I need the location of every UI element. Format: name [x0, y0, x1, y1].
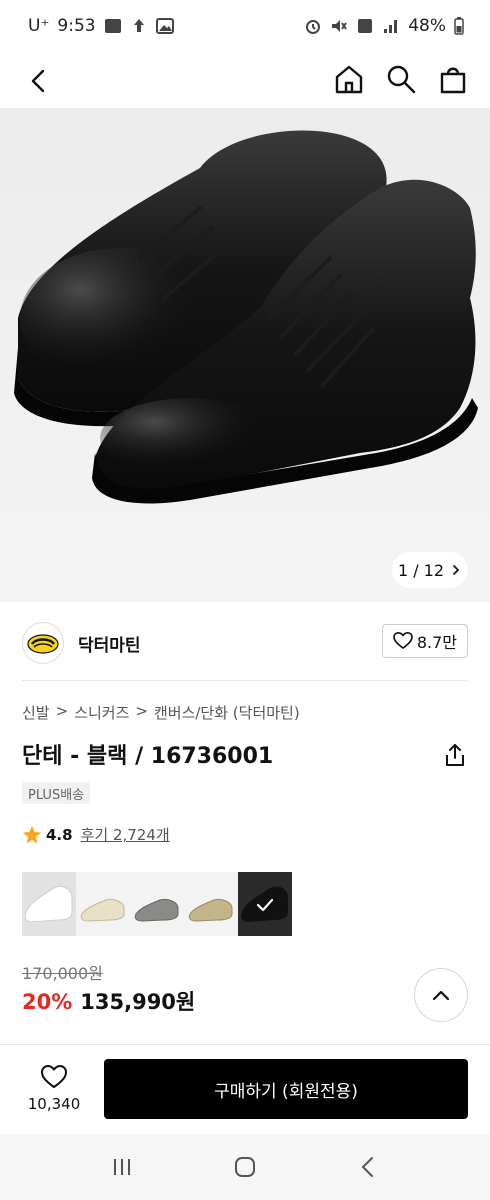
clock: 9:53 [57, 16, 96, 36]
rating: 4.8 후기 2,724개 [22, 824, 170, 845]
back-nav-icon[interactable] [354, 1153, 382, 1181]
battery-percent: 48% [408, 16, 446, 36]
top-navigation [0, 52, 490, 108]
mute-icon [332, 20, 348, 32]
star-icon [23, 825, 41, 843]
swatch-grey[interactable] [130, 872, 184, 936]
heart-icon [41, 1065, 67, 1088]
rating-score: 4.8 [46, 825, 73, 844]
status-bar: U⁺ 9:53 48% [0, 0, 490, 52]
share-icon[interactable] [442, 742, 468, 768]
signal-icon [384, 20, 398, 33]
breadcrumb-separator: > [135, 702, 148, 720]
system-navigation-bar [0, 1134, 490, 1200]
buy-button[interactable]: 구매하기 (회원전용) [104, 1059, 468, 1119]
product-title: 단테 - 블랙 / 16736001 [22, 744, 274, 769]
notification-icon [104, 19, 121, 33]
alarm-icon [306, 20, 321, 34]
original-price: 170,000원 [22, 964, 103, 983]
bottom-action-bar: 10,340 구매하기 (회원전용) [0, 1044, 490, 1134]
back-icon[interactable] [22, 64, 56, 98]
brand-row[interactable]: 닥터마틴 8.7만 [0, 610, 490, 676]
nav-actions [332, 62, 470, 96]
recent-apps-icon[interactable] [108, 1153, 136, 1181]
brand-name[interactable]: 닥터마틴 [78, 631, 141, 656]
brand-like-button[interactable]: 8.7만 [381, 624, 468, 658]
chevron-up-icon [432, 990, 450, 1001]
brand-logo-image [27, 634, 59, 654]
image-counter-text: 1 / 12 [397, 560, 445, 580]
breadcrumb-item-sneakers[interactable]: 스니커즈 [74, 702, 129, 723]
wishlist-count: 10,340 [27, 1095, 81, 1113]
color-swatches [22, 872, 292, 936]
status-right: 48% [304, 16, 464, 36]
swatch-black-selected[interactable] [238, 872, 292, 936]
plus-delivery-badge: PLUS배송 [22, 782, 91, 804]
chevron-right-icon [453, 565, 460, 575]
breadcrumb-separator: > [55, 702, 69, 720]
image-counter[interactable]: 1 / 12 [392, 552, 468, 588]
image-icon [155, 18, 174, 34]
shopping-bag-icon[interactable] [436, 62, 470, 96]
discount-rate: 20% [22, 990, 73, 1014]
home-icon[interactable] [332, 62, 366, 96]
swatch-khaki[interactable] [184, 872, 238, 936]
divider [22, 680, 468, 681]
swatch-white-image [24, 885, 73, 923]
status-left: U⁺ 9:53 [28, 16, 174, 36]
heart-icon [393, 632, 413, 649]
swatch-khaki-image [188, 899, 233, 922]
carrier-label: U⁺ [28, 16, 50, 36]
battery-icon [454, 17, 464, 35]
wifi-5g-icon [358, 19, 373, 33]
swatch-white[interactable] [22, 872, 76, 936]
home-nav-icon[interactable] [231, 1153, 259, 1181]
check-icon [256, 898, 274, 912]
swatch-grey-image [134, 899, 179, 922]
breadcrumb: 신발 > 스니커즈 > 캔버스/단화 (닥터마틴) [22, 702, 300, 723]
sale-price-row: 20% 135,990원 [22, 986, 195, 1016]
brand-like-count: 8.7만 [416, 633, 457, 652]
breadcrumb-item-canvas[interactable]: 캔버스/단화 (닥터마틴) [154, 702, 300, 723]
scroll-to-top-button[interactable] [414, 968, 468, 1022]
reviews-link[interactable]: 후기 2,724개 [81, 824, 170, 845]
search-icon[interactable] [384, 62, 418, 96]
sale-price: 135,990원 [80, 990, 196, 1014]
swatch-cream-image [80, 899, 125, 922]
brand-logo[interactable] [22, 622, 64, 664]
app-notification-icon [133, 19, 144, 32]
breadcrumb-item-shoes[interactable]: 신발 [22, 702, 50, 723]
product-image-gallery[interactable]: 1 / 12 [0, 108, 490, 602]
swatch-cream[interactable] [76, 872, 130, 936]
wishlist-button[interactable]: 10,340 [22, 1063, 86, 1113]
product-image [14, 130, 478, 504]
